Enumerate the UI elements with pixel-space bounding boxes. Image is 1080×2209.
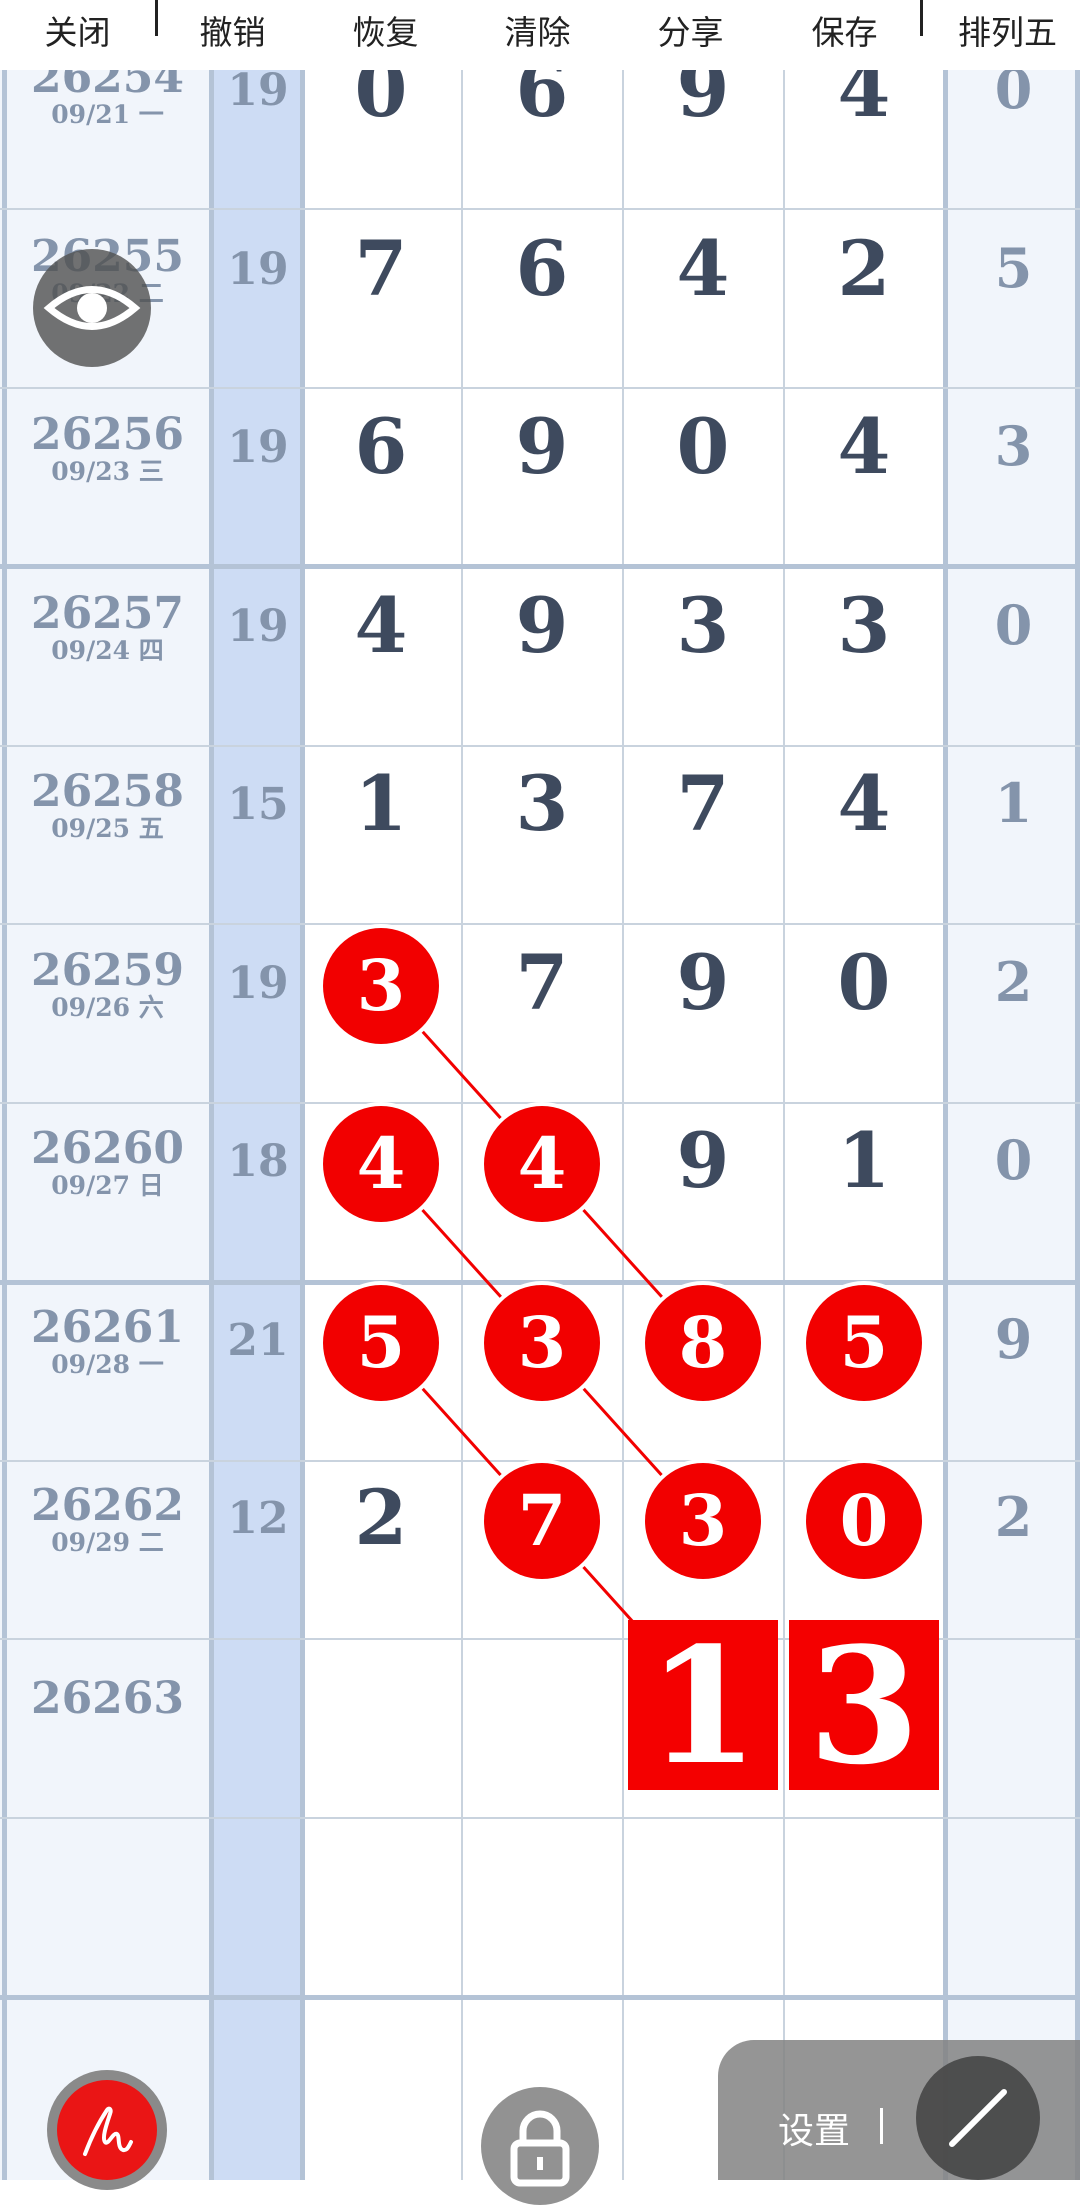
highlighted-ball[interactable]: 4 (484, 1106, 600, 1222)
highlighted-ball[interactable]: 5 (323, 1284, 439, 1401)
highlighted-ball[interactable]: 3 (645, 1463, 761, 1579)
lock-icon (510, 2110, 570, 2187)
highlighted-ball[interactable]: 3 (323, 927, 439, 1044)
highlighted-ball[interactable]: 0 (806, 1463, 922, 1579)
line-tool-button[interactable] (916, 2056, 1040, 2180)
close-button[interactable]: 关闭 (15, 0, 140, 70)
pen-button-inner (57, 2080, 157, 2180)
toolbar-separator (920, 0, 923, 36)
slash-icon (949, 2089, 1007, 2147)
lock-button[interactable] (481, 2087, 599, 2205)
top-toolbar: 关闭 撤销 恢复 清除 分享 保存 排列五 (0, 0, 1080, 70)
settings-separator (880, 2108, 883, 2144)
undo-button[interactable]: 撤销 (170, 0, 295, 70)
highlighted-ball[interactable]: 8 (645, 1284, 761, 1401)
lottery-type-label: 排列五 (958, 13, 1057, 52)
prediction-square[interactable]: 3 (789, 1619, 939, 1792)
pen-icon (83, 2106, 133, 2156)
share-button[interactable]: 分享 (628, 0, 753, 70)
eye-toggle-button[interactable] (33, 249, 151, 367)
save-button[interactable]: 保存 (782, 0, 907, 70)
clear-button[interactable]: 清除 (475, 0, 600, 70)
settings-panel: 设置 (718, 2040, 1080, 2180)
highlighted-ball[interactable]: 3 (484, 1284, 600, 1401)
highlighted-ball[interactable]: 7 (484, 1463, 600, 1579)
redo-button[interactable]: 恢复 (323, 0, 448, 70)
prediction-square[interactable]: 1 (628, 1619, 778, 1792)
settings-button[interactable]: 设置 (778, 2102, 850, 2154)
eye-icon (43, 286, 141, 330)
highlighted-ball[interactable]: 4 (323, 1106, 439, 1222)
pen-button[interactable] (47, 2070, 167, 2190)
highlighted-ball[interactable]: 5 (806, 1284, 922, 1401)
toolbar-separator (155, 0, 158, 36)
